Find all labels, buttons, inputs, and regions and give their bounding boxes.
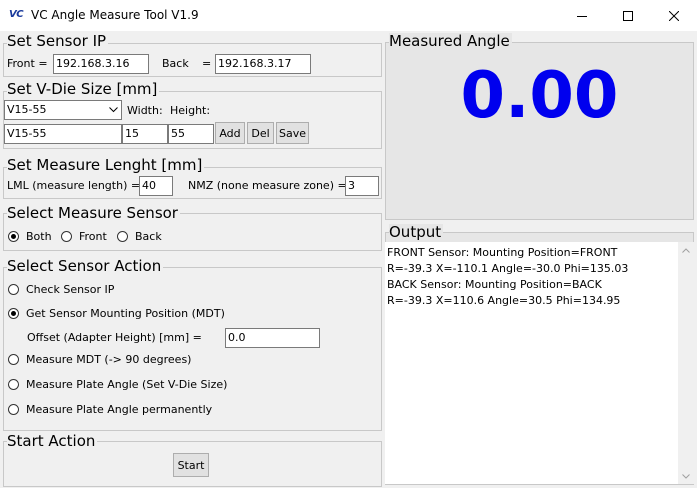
front-ip-label: Front = (7, 57, 48, 70)
output-line: R=-39.3 X=-110.1 Angle=-30.0 Phi=135.03 (387, 262, 629, 275)
save-button[interactable]: Save (276, 122, 309, 144)
measure-sensor-title: Select Measure Sensor (7, 204, 180, 222)
nmz-label: NMZ (none measure zone) = (188, 179, 347, 192)
maximize-icon (623, 10, 633, 21)
minimize-button[interactable] (559, 0, 605, 31)
vdie-height-input[interactable]: 55 (168, 124, 214, 144)
del-button[interactable]: Del (247, 122, 274, 144)
vdie-title: Set V-Die Size [mm] (7, 80, 160, 98)
output-scrollbar[interactable] (678, 242, 694, 484)
back-ip-input[interactable]: 192.168.3.17 (215, 54, 311, 74)
output-line: FRONT Sensor: Mounting Position=FRONT (387, 246, 618, 259)
back-ip-equals: = (202, 57, 212, 70)
offset-input[interactable]: 0.0 (225, 328, 320, 348)
front-ip-input[interactable]: 192.168.3.16 (53, 54, 149, 74)
radio-both[interactable] (8, 231, 19, 242)
app-icon: VC (9, 9, 24, 20)
offset-label: Offset (Adapter Height) [mm] = (27, 331, 202, 344)
back-ip-label: Back (162, 57, 189, 70)
start-action-title: Start Action (7, 432, 98, 450)
maximize-button[interactable] (605, 0, 651, 31)
radio-back[interactable] (117, 231, 128, 242)
sensor-ip-title: Set Sensor IP (7, 32, 109, 50)
lml-label: LML (measure length) = (7, 179, 141, 192)
vdie-width-input[interactable]: 15 (122, 124, 168, 144)
radio-measure-plate-angle-permanently-label: Measure Plate Angle permanently (26, 403, 213, 416)
chevron-down-icon (105, 101, 121, 119)
radio-measure-plate-angle-permanently[interactable] (8, 404, 19, 415)
close-icon (669, 10, 679, 21)
nmz-input[interactable]: 3 (345, 176, 379, 196)
window-title: VC Angle Measure Tool V1.9 (31, 8, 199, 22)
radio-measure-plate-angle[interactable] (8, 379, 19, 390)
measured-angle-value: 0.00 (460, 59, 619, 133)
radio-get-mounting-position-label: Get Sensor Mounting Position (MDT) (26, 307, 225, 320)
title-bar: VC VC Angle Measure Tool V1.9 (0, 0, 697, 31)
sensor-action-title: Select Sensor Action (7, 257, 164, 275)
radio-get-mounting-position[interactable] (8, 308, 19, 319)
output-line: R=-39.3 X=110.6 Angle=30.5 Phi=134.95 (387, 294, 621, 307)
output-line: BACK Sensor: Mounting Position=BACK (387, 278, 602, 291)
radio-front[interactable] (61, 231, 72, 242)
radio-back-label: Back (135, 230, 162, 243)
radio-measure-mdt-label: Measure MDT (-> 90 degrees) (26, 353, 192, 366)
scroll-down-icon[interactable] (678, 468, 694, 484)
add-button[interactable]: Add (215, 122, 245, 144)
output-log[interactable]: FRONT Sensor: Mounting Position=FRONT R=… (385, 242, 678, 484)
output-title: Output (389, 223, 444, 241)
lml-input[interactable]: 40 (139, 176, 173, 196)
height-label: Height: (170, 104, 211, 117)
vdie-select-value: V15-55 (7, 103, 47, 116)
scroll-up-icon[interactable] (678, 242, 694, 258)
vdie-name-input[interactable]: V15-55 (4, 124, 122, 144)
radio-check-sensor-ip[interactable] (8, 284, 19, 295)
measured-angle-title: Measured Angle (389, 32, 512, 50)
radio-measure-plate-angle-label: Measure Plate Angle (Set V-Die Size) (26, 378, 228, 391)
minimize-icon (577, 15, 587, 17)
radio-check-sensor-ip-label: Check Sensor IP (26, 283, 115, 296)
radio-measure-mdt[interactable] (8, 354, 19, 365)
width-label: Width: (127, 104, 163, 117)
close-button[interactable] (651, 0, 697, 31)
start-button[interactable]: Start (173, 453, 209, 477)
measure-length-title: Set Measure Lenght [mm] (7, 156, 205, 174)
radio-front-label: Front (79, 230, 107, 243)
radio-both-label: Both (26, 230, 52, 243)
vdie-select[interactable]: V15-55 (4, 100, 122, 120)
